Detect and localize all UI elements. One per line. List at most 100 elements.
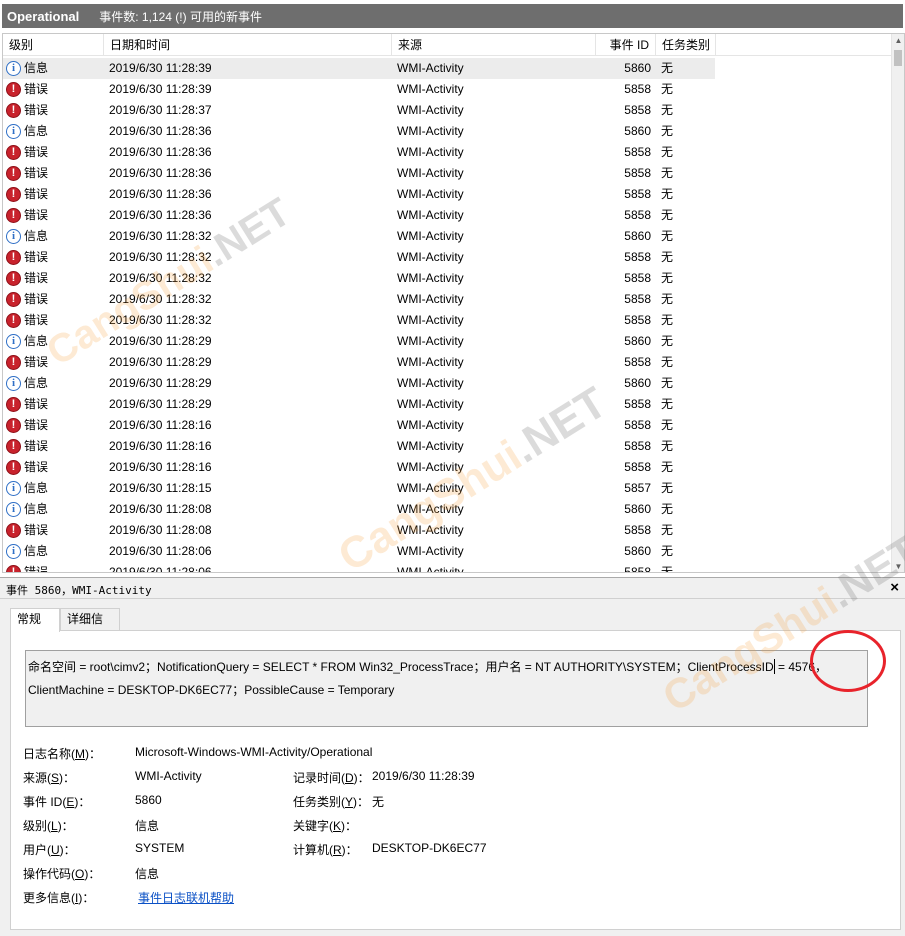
level-cell: ! 错误 — [6, 163, 103, 184]
description-line-1-text: 命名空间 = root\cimv2；NotificationQuery = SE… — [28, 660, 774, 674]
table-row[interactable]: ! 错误 2019/6/30 11:28:36 WMI-Activity 5858 无 — [3, 163, 893, 184]
table-row[interactable]: i 信息 2019/6/30 11:28:29 WMI-Activity 5860 无 — [3, 373, 893, 394]
level-cell: ! 错误 — [6, 415, 103, 436]
table-row[interactable]: ! 错误 2019/6/30 11:28:36 WMI-Activity 5858 无 — [3, 205, 893, 226]
level-text: 错误 — [24, 523, 49, 537]
table-row[interactable]: ! 错误 2019/6/30 11:28:32 WMI-Activity 5858 无 — [3, 310, 893, 331]
task-category-cell: 无 — [661, 376, 674, 390]
level-cell: ! 错误 — [6, 79, 103, 100]
source-cell: WMI-Activity — [397, 124, 464, 138]
datetime-cell: 2019/6/30 11:28:32 — [109, 271, 212, 285]
level-text: 信息 — [24, 376, 49, 390]
table-row[interactable]: i 信息 2019/6/30 11:28:32 WMI-Activity 5860 无 — [3, 226, 893, 247]
level-cell: ! 错误 — [6, 142, 103, 163]
computer-label: 计算机(R)： — [293, 843, 358, 857]
level-cell: i 信息 — [6, 121, 103, 142]
source-cell: WMI-Activity — [397, 208, 464, 222]
source-cell: WMI-Activity — [397, 271, 464, 285]
source-cell: WMI-Activity — [397, 103, 464, 117]
column-header-task-category[interactable]: 任务类别 — [656, 34, 716, 56]
level-text: 信息 — [24, 502, 49, 516]
table-row[interactable]: i 信息 2019/6/30 11:28:08 WMI-Activity 5860 无 — [3, 499, 893, 520]
table-row[interactable]: ! 错误 2019/6/30 11:28:08 WMI-Activity 5858 无 — [3, 520, 893, 541]
table-row[interactable]: i 信息 2019/6/30 11:28:06 WMI-Activity 5860 无 — [3, 541, 893, 562]
level-cell: ! 错误 — [6, 310, 103, 331]
scroll-up-icon[interactable]: ▲ — [892, 34, 904, 48]
event-id-cell: 5860 — [624, 376, 651, 390]
tab-details[interactable]: 详细信息 — [60, 608, 120, 647]
task-category-cell: 无 — [661, 250, 674, 264]
table-row[interactable]: i 信息 2019/6/30 11:28:29 WMI-Activity 5860 无 — [3, 331, 893, 352]
tab-general[interactable]: 常规 — [10, 608, 60, 632]
table-row[interactable]: ! 错误 2019/6/30 11:28:32 WMI-Activity 5858 无 — [3, 247, 893, 268]
events-grid[interactable]: 级别 日期和时间 来源 事件 ID 任务类别 i 信息 2019/6/30 11:2… — [2, 33, 905, 573]
column-header-datetime[interactable]: 日期和时间 — [104, 34, 392, 56]
table-row[interactable]: ! 错误 2019/6/30 11:28:36 WMI-Activity 5858 无 — [3, 142, 893, 163]
source-cell: WMI-Activity — [397, 523, 464, 537]
error-icon: ! — [6, 166, 21, 181]
event-id-cell: 5857 — [624, 481, 651, 495]
level-cell: ! 错误 — [6, 289, 103, 310]
table-row[interactable]: i 信息 2019/6/30 11:28:36 WMI-Activity 5860 无 — [3, 121, 893, 142]
vertical-scrollbar[interactable]: ▲ ▼ — [891, 34, 904, 572]
scroll-thumb[interactable] — [894, 50, 902, 66]
event-id-cell: 5858 — [624, 565, 651, 573]
description-line-1-tail: = 4576， — [774, 660, 828, 674]
datetime-cell: 2019/6/30 11:28:06 — [109, 544, 212, 558]
datetime-cell: 2019/6/30 11:28:36 — [109, 124, 212, 138]
error-icon: ! — [6, 397, 21, 412]
event-id-cell: 5858 — [624, 103, 651, 117]
task-category-cell: 无 — [661, 544, 674, 558]
event-description[interactable]: 命名空间 = root\cimv2；NotificationQuery = SE… — [25, 650, 868, 727]
event-id-cell: 5858 — [624, 418, 651, 432]
table-row[interactable]: ! 错误 2019/6/30 11:28:39 WMI-Activity 5858 无 — [3, 79, 893, 100]
table-row[interactable]: i 信息 2019/6/30 11:28:39 WMI-Activity 5860 无 — [3, 58, 893, 79]
table-row[interactable]: i 信息 2019/6/30 11:28:15 WMI-Activity 5857 无 — [3, 478, 893, 499]
level-text: 信息 — [24, 229, 49, 243]
table-row[interactable]: ! 错误 2019/6/30 11:28:16 WMI-Activity 5858 无 — [3, 415, 893, 436]
table-row[interactable]: ! 错误 2019/6/30 11:28:36 WMI-Activity 5858 无 — [3, 184, 893, 205]
table-row[interactable]: ! 错误 2019/6/30 11:28:16 WMI-Activity 5858 无 — [3, 436, 893, 457]
table-row[interactable]: ! 错误 2019/6/30 11:28:32 WMI-Activity 5858 无 — [3, 268, 893, 289]
event-id-cell: 5858 — [624, 82, 651, 96]
level-text: 错误 — [24, 271, 49, 285]
event-id-cell: 5858 — [624, 460, 651, 474]
source-cell: WMI-Activity — [397, 418, 464, 432]
task-category-cell: 无 — [661, 334, 674, 348]
level-text: 错误 — [24, 565, 49, 573]
info-icon: i — [6, 229, 21, 244]
scroll-down-icon[interactable]: ▼ — [892, 560, 904, 572]
datetime-cell: 2019/6/30 11:28:29 — [109, 376, 212, 390]
source-cell: WMI-Activity — [397, 334, 464, 348]
info-icon: i — [6, 61, 21, 76]
table-row[interactable]: ! 错误 2019/6/30 11:28:29 WMI-Activity 5858 无 — [3, 352, 893, 373]
source-cell: WMI-Activity — [397, 250, 464, 264]
info-icon: i — [6, 124, 21, 139]
source-value: WMI-Activity — [135, 769, 202, 783]
table-row[interactable]: ! 错误 2019/6/30 11:28:37 WMI-Activity 5858 无 — [3, 100, 893, 121]
level-cell: ! 错误 — [6, 394, 103, 415]
computer-value: DESKTOP-DK6EC77 — [372, 841, 487, 855]
event-id-cell: 5858 — [624, 355, 651, 369]
table-row[interactable]: ! 错误 2019/6/30 11:28:16 WMI-Activity 5858 无 — [3, 457, 893, 478]
table-row[interactable]: ! 错误 2019/6/30 11:28:32 WMI-Activity 5858 无 — [3, 289, 893, 310]
column-header-level[interactable]: 级别 — [3, 34, 104, 56]
event-id-cell: 5858 — [624, 397, 651, 411]
task-category-cell: 无 — [661, 502, 674, 516]
datetime-cell: 2019/6/30 11:28:36 — [109, 187, 212, 201]
level-text: 错误 — [24, 187, 49, 201]
column-header-event-id[interactable]: 事件 ID — [596, 34, 656, 56]
online-help-link[interactable]: 事件日志联机帮助 — [138, 889, 234, 906]
error-icon: ! — [6, 523, 21, 538]
logged-label: 记录时间(D)： — [293, 771, 370, 785]
general-panel: 命名空间 = root\cimv2；NotificationQuery = SE… — [10, 630, 901, 930]
source-cell: WMI-Activity — [397, 82, 464, 96]
close-icon[interactable]: × — [890, 579, 899, 596]
error-icon: ! — [6, 313, 21, 328]
column-header-source[interactable]: 来源 — [392, 34, 596, 56]
table-row[interactable]: ! 错误 2019/6/30 11:28:06 WMI-Activity 5858 无 — [3, 562, 893, 573]
error-icon: ! — [6, 250, 21, 265]
event-id-cell: 5858 — [624, 523, 651, 537]
task-category-cell: 无 — [661, 313, 674, 327]
table-row[interactable]: ! 错误 2019/6/30 11:28:29 WMI-Activity 5858 无 — [3, 394, 893, 415]
